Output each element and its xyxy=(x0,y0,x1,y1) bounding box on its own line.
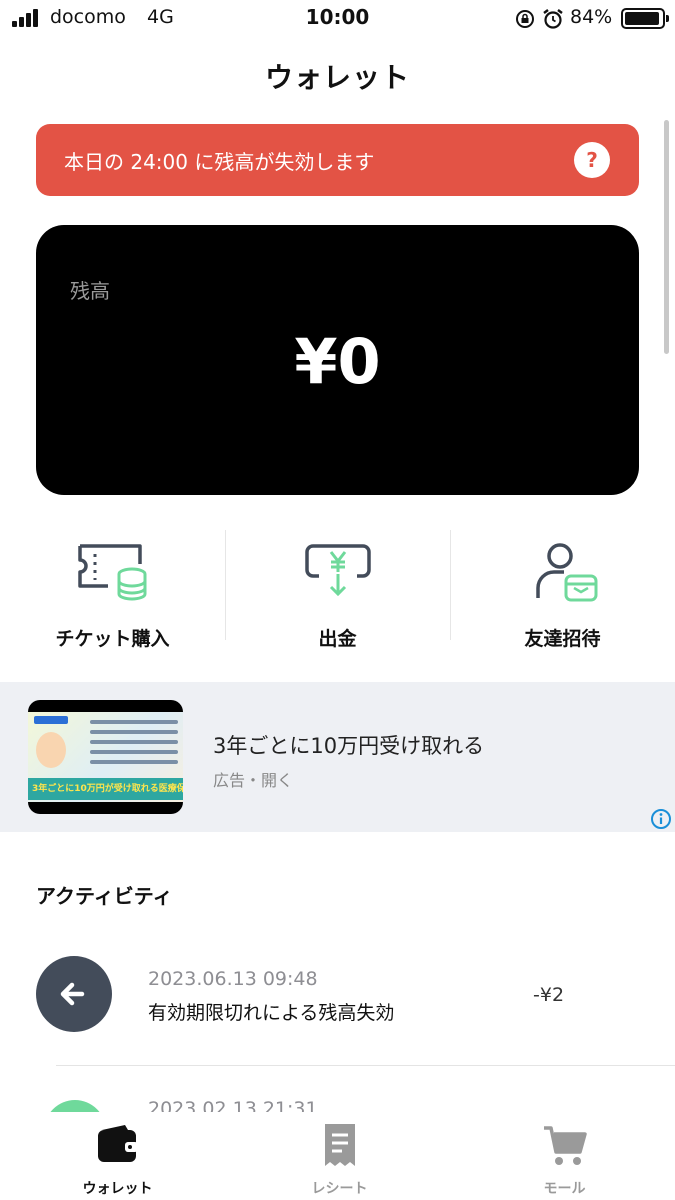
receipt-icon xyxy=(325,1124,355,1166)
balance-amount: ¥0 xyxy=(294,325,381,398)
arrow-left-icon xyxy=(60,982,85,1006)
activity-date: 2023.02.13 21:31 xyxy=(148,1098,318,1112)
activity-icon xyxy=(36,956,112,1032)
scrollbar[interactable] xyxy=(664,120,669,354)
battery-percentage: 84% xyxy=(570,6,613,28)
activity-item[interactable]: 2023.06.13 09:48 有効期限切れによる残高失効 -¥2 xyxy=(0,956,675,1066)
activity-icon xyxy=(44,1100,106,1112)
battery-icon xyxy=(621,8,669,29)
activity-description: 有効期限切れによる残高失効 xyxy=(148,1002,395,1024)
ad-banner-text: 3年ごとに10万円が受け取れる医療保険 xyxy=(32,784,183,794)
ad-image: 3年ごとに10万円が受け取れる医療保険 xyxy=(28,712,183,802)
withdraw-label: 出金 xyxy=(318,628,357,650)
buy-ticket-label: チケット購入 xyxy=(55,628,170,650)
invite-friend-icon xyxy=(536,543,598,602)
ticket-coins-icon xyxy=(78,544,147,601)
tab-receipt[interactable]: レシート xyxy=(227,1112,452,1200)
activity-date: 2023.06.13 09:48 xyxy=(148,968,318,990)
bottom-tab-bar: ウォレット レシート モール xyxy=(0,1112,675,1200)
alarm-icon xyxy=(543,9,563,29)
activity-amount: -¥2 xyxy=(533,984,565,1006)
tab-receipt-label: レシート xyxy=(311,1181,368,1197)
wallet-actions: チケット購入 出金 友達招待 xyxy=(0,528,675,653)
expiry-alert-text: 本日の 24:00 に残高が失効します xyxy=(64,150,375,174)
cart-icon xyxy=(544,1126,587,1165)
ad-title[interactable]: 3年ごとに10万円受け取れる xyxy=(213,730,484,760)
withdraw-button[interactable]: 出金 xyxy=(225,528,450,653)
status-bar: docomo 4G 10:00 84% xyxy=(0,0,675,38)
ad-subtitle[interactable]: 広告・開く xyxy=(213,767,293,791)
tab-wallet-label: ウォレット xyxy=(82,1181,153,1197)
ad-thumbnail[interactable]: 3年ごとに10万円が受け取れる医療保険 xyxy=(28,700,183,814)
ad-info-icon[interactable] xyxy=(650,808,672,830)
wallet-icon xyxy=(98,1125,138,1162)
expiry-alert-banner: 本日の 24:00 に残高が失効します ? xyxy=(36,124,639,196)
activity-divider xyxy=(56,1065,675,1066)
activity-section-title: アクティビティ xyxy=(36,884,173,908)
withdraw-yen-icon xyxy=(305,544,371,597)
page-title: ウォレット xyxy=(264,61,410,94)
ad-banner[interactable]: 3年ごとに10万円が受け取れる医療保険 3年ごとに10万円受け取れる 広告・開く xyxy=(0,682,675,832)
invite-friend-label: 友達招待 xyxy=(524,628,601,650)
activity-item[interactable]: 2023.02.13 21:31 xyxy=(0,1098,675,1112)
invite-friend-button[interactable]: 友達招待 xyxy=(450,528,675,653)
rotation-lock-icon xyxy=(516,10,534,28)
help-button[interactable]: ? xyxy=(574,142,610,178)
tab-mall-label: モール xyxy=(543,1181,586,1197)
buy-ticket-button[interactable]: チケット購入 xyxy=(0,528,225,653)
tab-mall[interactable]: モール xyxy=(452,1112,675,1200)
balance-card[interactable]: 残高 ¥0 xyxy=(36,225,639,495)
tab-wallet[interactable]: ウォレット xyxy=(5,1112,230,1200)
balance-label: 残高 xyxy=(70,279,110,303)
